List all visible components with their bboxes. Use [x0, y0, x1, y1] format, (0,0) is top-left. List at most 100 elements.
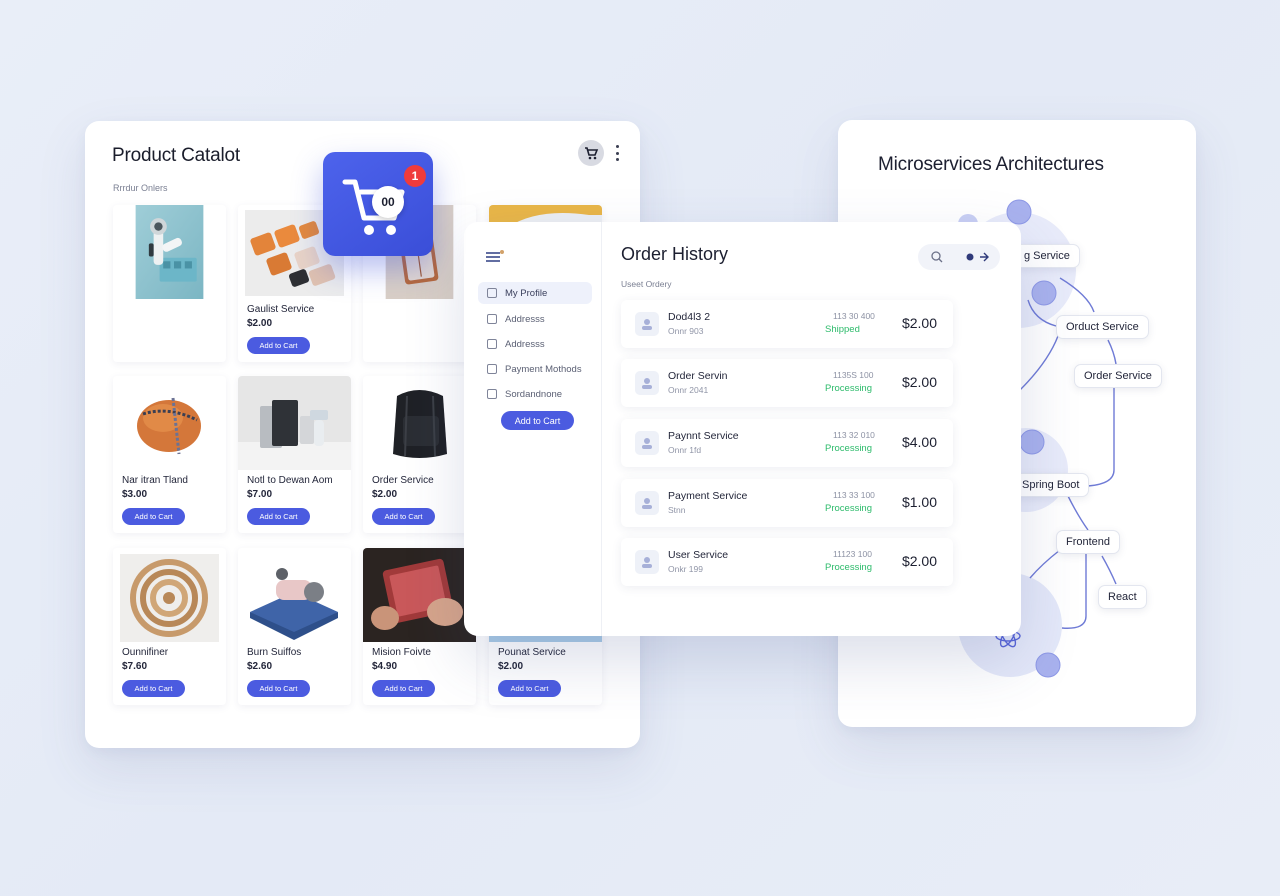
product-name: Burn Suiffos	[247, 647, 302, 658]
product-card[interactable]: Notl to Dewan Aom $7.00 Add to Cart	[238, 376, 351, 533]
cart-small-icon	[585, 147, 599, 160]
order-subtext: Onnr 2041	[668, 385, 709, 395]
product-name: Nar itran Tland	[122, 475, 188, 486]
sidebar-item-label: Addresss	[505, 338, 545, 350]
order-subtext: Onkr 199	[668, 564, 703, 574]
order-price: $2.00	[901, 374, 937, 390]
add-to-cart-button[interactable]: Add to Cart	[501, 411, 574, 430]
address-icon	[487, 314, 497, 324]
sidebar-item-settings[interactable]: Sordandnone	[478, 383, 592, 405]
order-status: Processing	[825, 443, 872, 454]
sidebar-item-addresses[interactable]: Addresss	[478, 308, 592, 330]
order-price: $4.00	[901, 434, 937, 450]
product-price: $2.00	[498, 661, 524, 672]
product-card[interactable]: Burn Suiffos $2.60 Add to Cart	[238, 548, 351, 705]
more-options-icon[interactable]	[613, 145, 621, 161]
product-image-towels	[238, 548, 351, 642]
product-card[interactable]: Nar itran Tland $3.00 Add to Cart	[113, 376, 226, 533]
order-price: $1.00	[901, 494, 937, 510]
menu-icon[interactable]	[486, 250, 504, 264]
product-price: $7.60	[122, 661, 148, 672]
order-row[interactable]: Paynnt Service Onnr 1fd 113 32 010 Proce…	[621, 419, 953, 467]
order-history-title: Order History	[621, 244, 729, 264]
product-price: $4.90	[372, 661, 398, 672]
product-name: Notl to Dewan Aom	[247, 475, 333, 486]
sidebar-item-my-profile[interactable]: My Profile	[478, 282, 592, 304]
order-name: Paynnt Service	[668, 430, 739, 442]
order-subtext: Stnn	[668, 505, 686, 515]
order-status: Processing	[825, 562, 872, 573]
user-icon	[487, 288, 497, 298]
order-row[interactable]: Payment Service Stnn 113 33 100 Processi…	[621, 479, 953, 527]
cart-badge: 1	[404, 165, 426, 187]
product-image-robot-arm	[135, 205, 204, 299]
order-status: Processing	[825, 383, 872, 394]
sidebar-item-label: Sordandnone	[505, 388, 563, 400]
product-image-devices	[238, 376, 351, 470]
node-service[interactable]: g Service	[1014, 244, 1080, 268]
cart-count: 00	[372, 186, 404, 218]
search-icon	[931, 251, 989, 263]
order-name: User Service	[668, 549, 729, 561]
catalog-title: Product Catalot	[112, 145, 240, 166]
node-order-service[interactable]: Order Service	[1074, 364, 1162, 388]
sidebar-item-label: Payment Mothods	[505, 363, 582, 375]
address-icon	[487, 339, 497, 349]
order-price: $2.00	[901, 315, 937, 331]
package-icon	[635, 491, 659, 515]
order-subtext: Onnr 903	[668, 326, 704, 336]
product-card[interactable]: Mision Foivte $4.90 Add to Cart	[363, 548, 476, 705]
order-history-subtitle: Useet Ordery	[621, 279, 672, 289]
package-icon	[635, 371, 659, 395]
add-to-cart-button[interactable]: Add to Cart	[372, 680, 435, 697]
add-to-cart-button[interactable]: Add to Cart	[372, 508, 435, 525]
package-icon	[635, 431, 659, 455]
catalog-subtitle: Rrrdur Onlers	[113, 183, 168, 193]
product-price: $2.60	[247, 661, 273, 672]
cart-button[interactable]: 00 1	[323, 152, 433, 256]
order-row[interactable]: User Service Onkr 199 11123 100 Processi…	[621, 538, 953, 586]
node-orduct-service[interactable]: Orduct Service	[1056, 315, 1149, 339]
product-name: Pounat Service	[498, 647, 566, 658]
add-to-cart-button[interactable]: Add to Cart	[247, 680, 310, 697]
node-spring-boot[interactable]: Spring Boot	[1012, 473, 1090, 497]
sidebar-item-label: Addresss	[505, 313, 545, 325]
product-card[interactable]: Ounnifiner $7.60 Add to Cart	[113, 548, 226, 705]
order-row[interactable]: Dod4l3 2 Onnr 903 113 30 400 Shipped $2.…	[621, 300, 953, 348]
product-name: Ounnifiner	[122, 647, 169, 658]
avatar[interactable]	[578, 140, 604, 166]
order-row[interactable]: Order Servin Onnr 2041 1135S 100 Process…	[621, 359, 953, 407]
product-name: Gaulist Service	[247, 304, 315, 315]
order-date: 113 33 100	[833, 490, 875, 500]
product-image-bead	[113, 376, 226, 470]
add-to-cart-button[interactable]: Add to Cart	[247, 337, 310, 354]
add-to-cart-button[interactable]: Add to Cart	[247, 508, 310, 525]
product-price: $3.00	[122, 489, 148, 500]
order-date: 113 30 400	[833, 311, 875, 321]
sidebar: My Profile Addresss Addresss Payment Mot…	[464, 222, 602, 636]
sidebar-item-addresses-2[interactable]: Addresss	[478, 333, 592, 355]
product-name: Mision Foivte	[372, 647, 431, 658]
product-price: $2.00	[247, 318, 273, 329]
product-card[interactable]	[113, 205, 226, 362]
node-frontend[interactable]: Frontend	[1056, 530, 1121, 554]
product-price: $2.00	[372, 489, 398, 500]
order-price: $2.00	[901, 553, 937, 569]
product-image-backpack	[363, 376, 476, 470]
add-to-cart-button[interactable]: Add to Cart	[122, 508, 185, 525]
product-card[interactable]: Order Service $2.00 Add to Cart	[363, 376, 476, 533]
order-name: Payment Service	[668, 490, 748, 502]
package-icon	[635, 550, 659, 574]
order-history-panel: My Profile Addresss Addresss Payment Mot…	[464, 222, 1021, 636]
card-icon	[487, 364, 497, 374]
order-date: 113 32 010	[833, 430, 875, 440]
sidebar-item-payment-methods[interactable]: Payment Mothods	[478, 358, 592, 380]
order-name: Order Servin	[668, 370, 728, 382]
order-status: Shipped	[825, 324, 860, 335]
add-to-cart-button[interactable]: Add to Cart	[498, 680, 561, 697]
product-image-hand-phone	[363, 548, 476, 642]
search-bar[interactable]	[918, 244, 1000, 270]
node-react[interactable]: React	[1098, 585, 1147, 609]
add-to-cart-button[interactable]: Add to Cart	[122, 680, 185, 697]
product-name: Order Service	[372, 475, 434, 486]
